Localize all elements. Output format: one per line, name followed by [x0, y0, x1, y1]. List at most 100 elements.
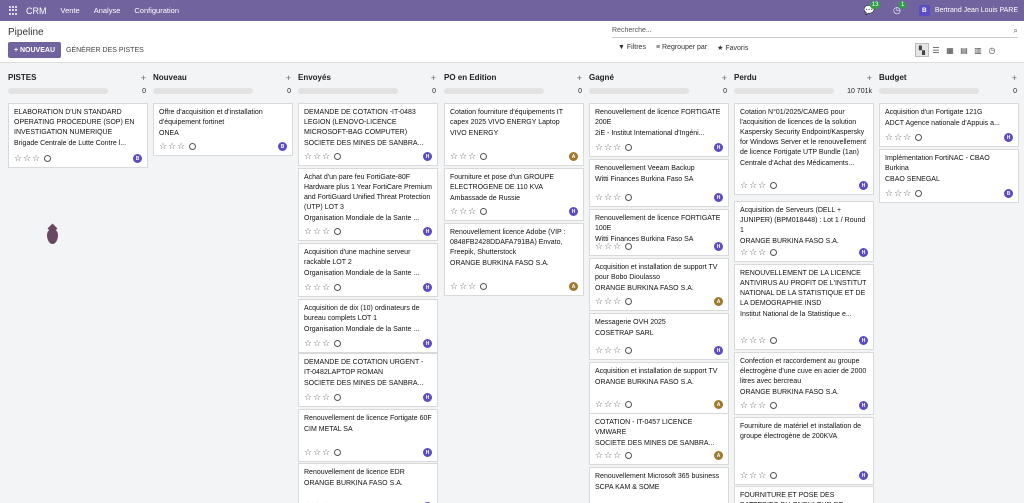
activity-clock-icon[interactable] [770, 248, 778, 256]
activities-icon[interactable]: ◷ 1 [893, 1, 907, 16]
column-title[interactable]: Gagné [589, 73, 614, 82]
assignee-avatar[interactable]: H [423, 448, 432, 457]
kanban-card[interactable]: Fourniture de matériel et installation d… [734, 417, 874, 485]
priority-stars-icon[interactable]: ☆☆☆ [304, 447, 331, 457]
quick-create-icon[interactable]: + [577, 73, 582, 83]
activity-clock-icon[interactable] [334, 339, 342, 347]
kanban-card[interactable]: Renouvellement de licence FORTIGATE 200E… [589, 103, 729, 157]
assignee-avatar[interactable]: A [714, 400, 723, 409]
activity-clock-icon[interactable] [480, 152, 488, 160]
activity-clock-icon[interactable] [770, 181, 778, 189]
assignee-avatar[interactable]: H [859, 401, 868, 410]
user-avatar[interactable]: B [918, 5, 930, 16]
column-progress-bar[interactable] [879, 88, 979, 94]
activity-clock-icon[interactable] [625, 400, 633, 408]
activity-clock-icon[interactable] [625, 297, 633, 305]
priority-stars-icon[interactable]: ☆☆☆ [595, 399, 622, 409]
favorites-button[interactable]: ★ Favoris [717, 44, 748, 52]
priority-stars-icon[interactable]: ☆☆☆ [595, 345, 622, 355]
assignee-avatar[interactable]: H [714, 346, 723, 355]
kanban-card[interactable]: Renouvellement de licence FORTIGATE 100E… [589, 209, 729, 256]
kanban-card[interactable]: Cotation N°01/2025/CAMEG pour l'acquisit… [734, 103, 874, 195]
column-progress-bar[interactable] [8, 88, 108, 94]
assignee-avatar[interactable]: H [859, 471, 868, 480]
assignee-avatar[interactable]: H [1004, 133, 1013, 142]
menu-analyse[interactable]: Analyse [94, 6, 121, 15]
activity-clock-icon[interactable] [334, 283, 342, 291]
pivot-view-icon[interactable]: ▤ [957, 43, 971, 57]
column-header[interactable]: Perdu + [734, 73, 874, 85]
assignee-avatar[interactable]: A [714, 451, 723, 460]
activity-clock-icon[interactable] [334, 227, 342, 235]
column-header[interactable]: PO en Edition + [444, 73, 584, 85]
priority-stars-icon[interactable]: ☆☆☆ [740, 180, 767, 190]
activity-clock-icon[interactable] [625, 346, 633, 354]
kanban-card[interactable]: Implémentation FortiNAC - CBAO Burkina CB… [879, 149, 1019, 203]
priority-stars-icon[interactable]: ☆☆☆ [304, 282, 331, 292]
priority-stars-icon[interactable]: ☆☆☆ [740, 247, 767, 257]
assignee-avatar[interactable]: H [423, 283, 432, 292]
priority-stars-icon[interactable]: ☆☆☆ [450, 281, 477, 291]
column-title[interactable]: Perdu [734, 73, 757, 82]
groupby-button[interactable]: ≡ Regrouper par [656, 44, 707, 52]
list-view-icon[interactable]: ☰ [929, 43, 943, 57]
priority-stars-icon[interactable]: ☆☆☆ [595, 296, 622, 306]
apps-menu-icon[interactable] [9, 5, 19, 16]
activity-clock-icon[interactable] [334, 152, 342, 160]
filters-button[interactable]: ▼ Filtres [618, 44, 646, 52]
assignee-avatar[interactable]: H [714, 193, 723, 202]
column-title[interactable]: PISTES [8, 73, 36, 82]
priority-stars-icon[interactable]: ☆☆☆ [595, 450, 622, 460]
kanban-card[interactable]: Achat d'un pare feu FortiGate-80F Hardwa… [298, 168, 438, 241]
kanban-card[interactable]: RENOUVELLEMENT DE LA LICENCE ANTIVIRUS A… [734, 264, 874, 350]
assignee-avatar[interactable]: B [278, 142, 287, 151]
kanban-card[interactable]: Acquisition et installation de support T… [589, 258, 729, 311]
quick-create-icon[interactable]: + [286, 73, 291, 83]
activity-clock-icon[interactable] [625, 193, 633, 201]
kanban-card[interactable]: Renouvellement licence Adobe (VIP : 0848… [444, 223, 584, 296]
kanban-card[interactable]: Renouvellement de licence EDR ORANGE BURK… [298, 463, 438, 503]
menu-configuration[interactable]: Configuration [134, 6, 179, 15]
kanban-view-icon[interactable]: ▚ [915, 43, 929, 57]
quick-create-icon[interactable]: + [1012, 73, 1017, 83]
column-progress-bar[interactable] [734, 88, 834, 94]
app-name[interactable]: CRM [26, 6, 47, 16]
calendar-view-icon[interactable]: ▦ [943, 43, 957, 57]
column-title[interactable]: Envoyés [298, 73, 331, 82]
priority-stars-icon[interactable]: ☆☆☆ [595, 142, 622, 152]
menu-vente[interactable]: Vente [61, 6, 80, 15]
activity-clock-icon[interactable] [625, 242, 633, 250]
kanban-card[interactable]: DEMANDE DE COTATION URGENT - IT-0482LAPT… [298, 353, 438, 407]
kanban-card[interactable]: ELABORATION D'UN STANDARD OPERATING PROC… [8, 103, 148, 168]
assignee-avatar[interactable]: H [859, 248, 868, 257]
kanban-card[interactable]: Acquisition de Serveurs (DELL + JUNIPER)… [734, 201, 874, 262]
priority-stars-icon[interactable]: ☆☆☆ [595, 192, 622, 202]
assignee-avatar[interactable]: H [714, 242, 723, 251]
quick-create-icon[interactable]: + [431, 73, 436, 83]
priority-stars-icon[interactable]: ☆☆☆ [304, 338, 331, 348]
kanban-card[interactable]: Cotation fourniture d'équipements IT cap… [444, 103, 584, 166]
assignee-avatar[interactable]: H [859, 181, 868, 190]
kanban-card[interactable]: Confection et raccordement au groupe éle… [734, 352, 874, 415]
column-header[interactable]: Gagné + [589, 73, 729, 85]
priority-stars-icon[interactable]: ☆☆☆ [450, 151, 477, 161]
kanban-card[interactable]: Acquisition d'une machine serveur rackab… [298, 243, 438, 297]
graph-view-icon[interactable]: ▥ [971, 43, 985, 57]
activity-clock-icon[interactable] [189, 142, 197, 150]
kanban-card[interactable]: FOURNITURE ET POSE DES BATTERIES DU ONDU… [734, 486, 874, 503]
priority-stars-icon[interactable]: ☆☆☆ [885, 132, 912, 142]
priority-stars-icon[interactable]: ☆☆☆ [450, 206, 477, 216]
kanban-card[interactable]: COTATION - IT-0457 LICENCE VMWARE SOCIETE… [589, 413, 729, 465]
kanban-card[interactable]: Acquisition et installation de support T… [589, 362, 729, 414]
assignee-avatar[interactable]: H [423, 339, 432, 348]
priority-stars-icon[interactable]: ☆☆☆ [304, 226, 331, 236]
assignee-avatar[interactable]: A [569, 152, 578, 161]
assignee-avatar[interactable]: H [423, 393, 432, 402]
kanban-card[interactable]: Acquisition de dix (10) ordinateurs de b… [298, 299, 438, 353]
column-title[interactable]: Nouveau [153, 73, 187, 82]
assignee-avatar[interactable]: A [569, 282, 578, 291]
activity-clock-icon[interactable] [770, 336, 778, 344]
column-header[interactable]: PISTES + [8, 73, 148, 85]
user-name[interactable]: Bertrand Jean Louis PARE [935, 7, 1018, 14]
assignee-avatar[interactable]: B [133, 154, 142, 163]
